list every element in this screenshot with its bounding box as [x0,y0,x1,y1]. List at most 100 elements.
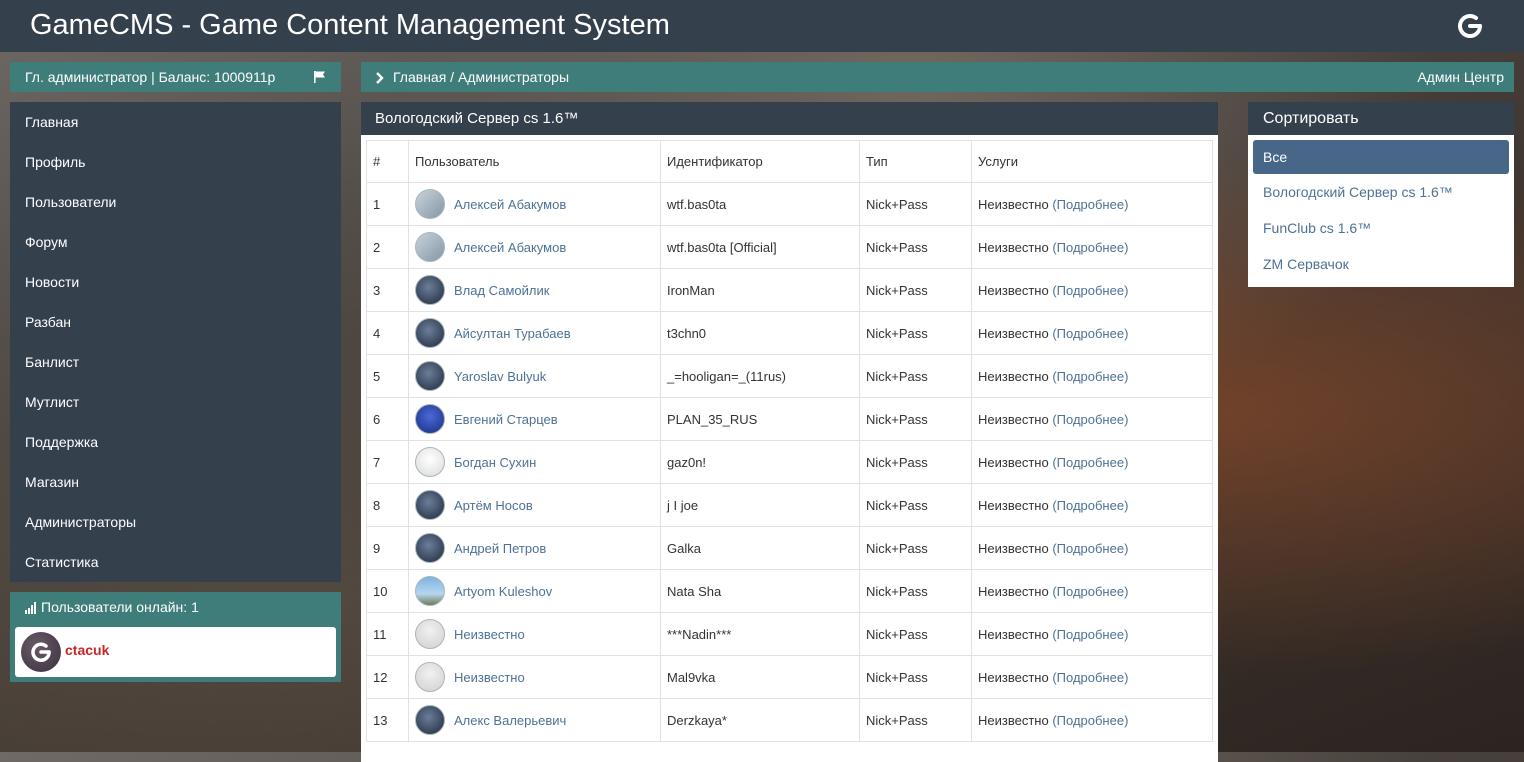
sidebar-item-admins[interactable]: Администраторы [10,502,341,542]
user-link[interactable]: Богдан Сухин [454,455,536,470]
services-cell: Неизвестно (Подробнее) [971,526,1213,570]
site-title[interactable]: GameCMS - Game Content Management System [30,6,670,44]
table-row: 1 Алексей Абакумов wtf.bas0ta Nick+Pass … [366,182,1213,226]
user-link[interactable]: Алексей Абакумов [454,240,566,255]
details-link[interactable]: (Подробнее) [1052,627,1128,642]
user-link[interactable]: Неизвестно [454,670,525,685]
services-cell: Неизвестно (Подробнее) [971,354,1213,398]
sidebar-item-mutelist[interactable]: Мутлист [10,382,341,422]
breadcrumb-path[interactable]: Главная / Администраторы [393,69,569,85]
breadcrumb: Главная / Администраторы Админ Центр [361,62,1514,92]
user-cell: Богдан Сухин [408,440,661,484]
user-link[interactable]: Artyom Kuleshov [454,584,552,599]
user-link[interactable]: Айсултан Турабаев [454,326,571,341]
gamecms-logo-icon[interactable] [1456,12,1484,40]
row-number: 8 [366,483,409,527]
details-link[interactable]: (Подробнее) [1052,541,1128,556]
sidebar-item-stats[interactable]: Статистика [10,542,341,582]
avatar[interactable] [21,632,61,672]
signal-bars-icon [25,602,36,615]
user-cell: Айсултан Турабаев [408,311,661,355]
identifier-cell: Nata Sha [660,569,860,613]
user-link[interactable]: Влад Самойлик [454,283,549,298]
details-link[interactable]: (Подробнее) [1052,240,1128,255]
sidebar-item-forum[interactable]: Форум [10,222,341,262]
avatar[interactable] [415,705,445,735]
table-row: 13 Алекс Валерьевич Derzkaya* Nick+Pass … [366,698,1213,742]
sidebar-item-users[interactable]: Пользователи [10,182,341,222]
services-status: Неизвестно [978,540,1049,556]
type-cell: Nick+Pass [859,440,972,484]
sidebar-item-support[interactable]: Поддержка [10,422,341,462]
details-link[interactable]: (Подробнее) [1052,197,1128,212]
type-cell: Nick+Pass [859,182,972,226]
user-cell: Неизвестно [408,655,661,699]
flag-icon[interactable] [314,71,326,83]
avatar[interactable] [415,318,445,348]
row-number: 4 [366,311,409,355]
avatar[interactable] [415,447,445,477]
user-link[interactable]: Yaroslav Bulyuk [454,369,546,384]
sort-option-vologda-server[interactable]: Вологодский Сервер cs 1.6™ [1248,174,1514,210]
details-link[interactable]: (Подробнее) [1052,326,1128,341]
avatar[interactable] [415,662,445,692]
details-link[interactable]: (Подробнее) [1052,412,1128,427]
sidebar-item-banlist[interactable]: Банлист [10,342,341,382]
sidebar-item-profile[interactable]: Профиль [10,142,341,182]
avatar[interactable] [415,275,445,305]
online-username[interactable]: ctacuk [65,642,109,658]
avatar[interactable] [415,232,445,262]
user-link[interactable]: Неизвестно [454,627,525,642]
sort-option-all[interactable]: Все [1253,140,1509,174]
details-link[interactable]: (Подробнее) [1052,369,1128,384]
avatar[interactable] [415,361,445,391]
user-cell: Yaroslav Bulyuk [408,354,661,398]
user-cell: Алексей Абакумов [408,182,661,226]
services-status: Неизвестно [978,669,1049,685]
avatar[interactable] [415,576,445,606]
services-status: Неизвестно [978,239,1049,255]
identifier-cell: Mal9vka [660,655,860,699]
services-cell: Неизвестно (Подробнее) [971,182,1213,226]
sidebar-item-main[interactable]: Главная [10,102,341,142]
user-link[interactable]: Алекс Валерьевич [454,713,566,728]
identifier-cell: IronMan [660,268,860,312]
details-link[interactable]: (Подробнее) [1052,584,1128,599]
sidebar-item-unban[interactable]: Разбан [10,302,341,342]
identifier-cell: wtf.bas0ta [Official] [660,225,860,269]
sort-option-zm-server[interactable]: ZM Сервачок [1248,246,1514,282]
services-status: Неизвестно [978,325,1049,341]
row-number: 5 [366,354,409,398]
details-link[interactable]: (Подробнее) [1052,713,1128,728]
sort-option-funclub[interactable]: FunClub cs 1.6™ [1248,210,1514,246]
avatar[interactable] [415,404,445,434]
services-cell: Неизвестно (Подробнее) [971,397,1213,441]
sidebar-item-shop[interactable]: Магазин [10,462,341,502]
column-header-number: # [366,140,409,183]
details-link[interactable]: (Подробнее) [1052,670,1128,685]
avatar[interactable] [415,619,445,649]
user-link[interactable]: Евгений Старцев [454,412,558,427]
details-link[interactable]: (Подробнее) [1052,498,1128,513]
details-link[interactable]: (Подробнее) [1052,283,1128,298]
avatar[interactable] [415,533,445,563]
services-cell: Неизвестно (Подробнее) [971,311,1213,355]
chevron-right-icon [376,72,384,85]
user-link[interactable]: Артём Носов [454,498,533,513]
row-number: 11 [366,612,409,656]
table-row: 6 Евгений Старцев PLAN_35_RUS Nick+Pass … [366,397,1213,441]
row-number: 12 [366,655,409,699]
online-user-card[interactable]: ctacuk [15,627,336,677]
column-header-services: Услуги [971,140,1213,183]
services-status: Неизвестно [978,368,1049,384]
admin-center-link[interactable]: Админ Центр [1417,62,1504,92]
user-link[interactable]: Алексей Абакумов [454,197,566,212]
row-number: 1 [366,182,409,226]
user-link[interactable]: Андрей Петров [454,541,546,556]
avatar[interactable] [415,490,445,520]
details-link[interactable]: (Подробнее) [1052,455,1128,470]
avatar[interactable] [415,189,445,219]
table-header-row: # Пользователь Идентификатор Тип Услуги [366,140,1213,183]
table-row: 3 Влад Самойлик IronMan Nick+Pass Неизве… [366,268,1213,312]
sidebar-item-news[interactable]: Новости [10,262,341,302]
